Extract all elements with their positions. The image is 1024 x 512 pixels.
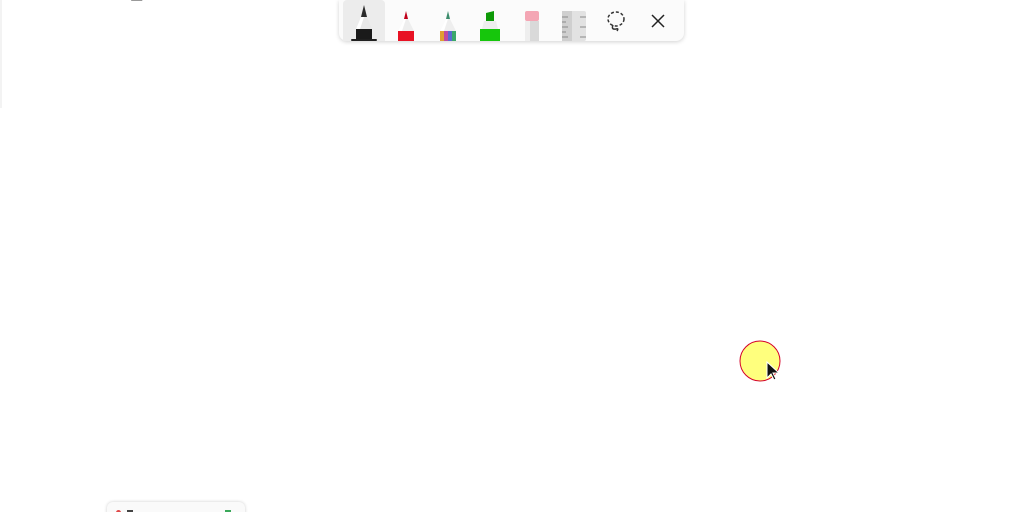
tool-highlighter[interactable] <box>469 0 511 41</box>
cursor-highlight <box>739 340 781 382</box>
left-window-edge <box>0 0 2 108</box>
partial-window-glyph <box>131 0 144 1</box>
close-button[interactable] <box>637 0 679 41</box>
ink-workspace-canvas[interactable] <box>0 0 1024 512</box>
tool-red-pen[interactable] <box>385 0 427 41</box>
eraser-icon <box>525 11 539 41</box>
rainbow-pen-icon <box>440 11 456 41</box>
tool-galaxy-pen[interactable] <box>427 0 469 41</box>
taskbar-thumbnail-peek[interactable] <box>107 502 245 512</box>
green-highlighter-icon <box>480 11 500 41</box>
lasso-icon <box>607 10 625 31</box>
tool-eraser[interactable] <box>511 0 553 41</box>
tool-ruler[interactable] <box>553 0 595 41</box>
red-pen-icon <box>398 11 414 41</box>
ink-toolbar <box>339 0 684 41</box>
black-pen-icon <box>356 5 372 41</box>
tool-ballpoint-pen[interactable] <box>343 0 385 41</box>
close-icon <box>651 13 665 28</box>
lasso-select-button[interactable] <box>595 0 637 41</box>
ruler-icon <box>562 11 586 41</box>
